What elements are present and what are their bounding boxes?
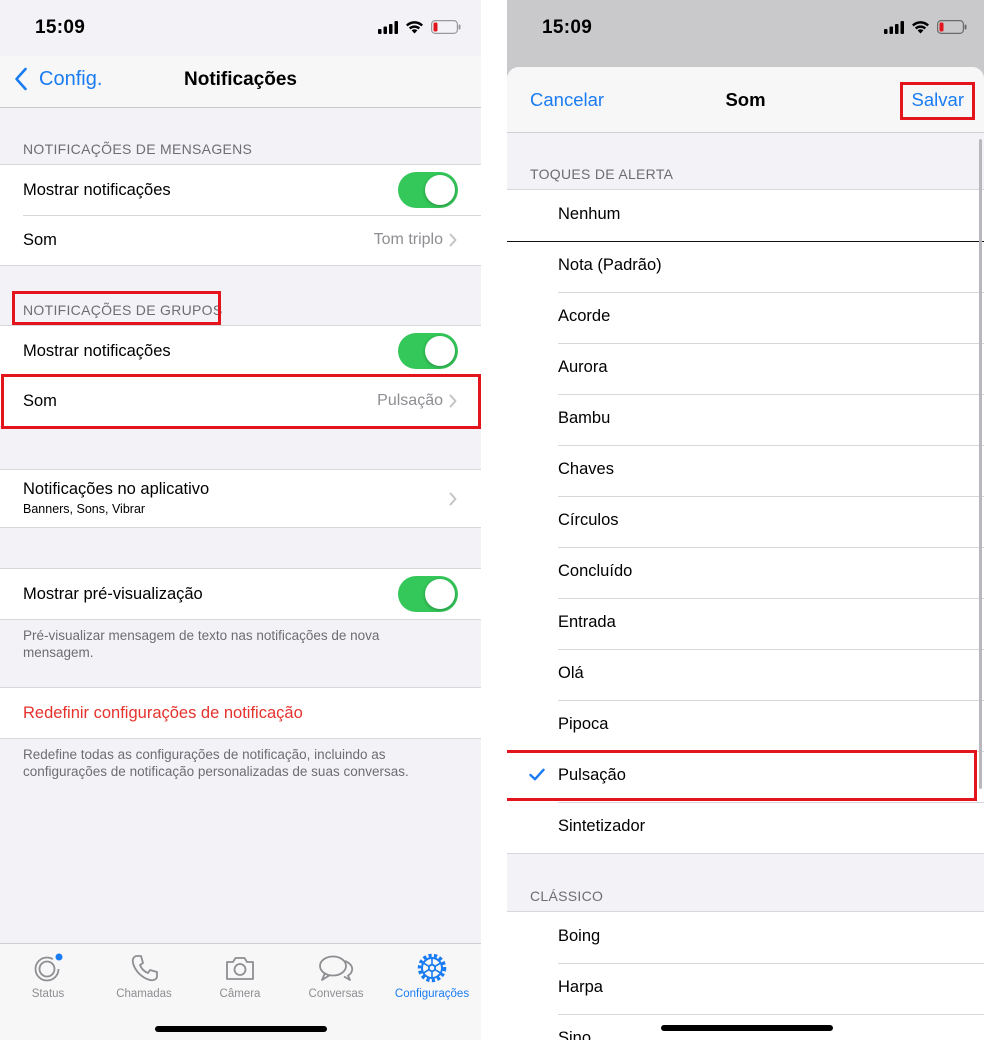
highlight-box-selected-tone: [507, 750, 977, 801]
tone-label: Harpa: [558, 978, 603, 996]
messages-sound-value: Tom triplo: [373, 231, 443, 248]
highlight-box-groups-sound: [1, 374, 481, 429]
status-bar: 15:09: [0, 0, 481, 56]
section-header-classic: CLÁSSICO: [530, 888, 604, 904]
home-indicator: [155, 1026, 327, 1032]
sound-sheet: Cancelar Som Salvar TOQUES DE ALERTA Nen…: [507, 67, 984, 1040]
section-header-messages: NOTIFICAÇÕES DE MENSAGENS: [23, 141, 253, 157]
tone-label: Entrada: [558, 613, 616, 631]
navigation-bar: Config. Notificações: [0, 56, 481, 108]
tab-chats-label: Conversas: [308, 988, 364, 1000]
in-app-notifications-subtitle: Banners, Sons, Vibrar: [23, 502, 146, 516]
tab-camera-label: Câmera: [219, 988, 261, 1000]
tone-label: Boing: [558, 927, 601, 945]
messages-settings-group: Mostrar notificações Som Tom triplo: [0, 164, 481, 266]
tone-row[interactable]: Sintetizador: [507, 802, 984, 853]
tone-label: Nenhum: [558, 205, 621, 223]
tone-row[interactable]: Concluído: [507, 547, 984, 598]
messages-show-notifications-row: Mostrar notificações: [0, 165, 481, 215]
tone-label: Acorde: [558, 307, 611, 325]
tone-row[interactable]: Boing: [507, 912, 984, 963]
messages-sound-row[interactable]: Som Tom triplo: [0, 215, 481, 265]
sound-picker-screen: 15:09 Cancelar Som Salvar TOQUES DE ALER…: [507, 0, 984, 1040]
tone-row[interactable]: Harpa: [507, 963, 984, 1014]
wifi-icon: [406, 21, 423, 34]
status-bar: 15:09: [507, 0, 984, 56]
tab-status[interactable]: Status: [0, 952, 96, 1000]
tab-calls[interactable]: Chamadas: [96, 952, 192, 1000]
tab-camera[interactable]: Câmera: [192, 952, 288, 1000]
tone-label: Concluído: [558, 562, 633, 580]
chat-bubbles-icon: [319, 955, 354, 981]
tone-row[interactable]: Círculos: [507, 496, 984, 547]
camera-icon: [226, 957, 254, 980]
tone-label: Nota (Padrão): [558, 256, 662, 274]
tone-label: Círculos: [558, 511, 619, 529]
preview-group: Mostrar pré-visualização: [0, 568, 481, 620]
page-title: Notificações: [184, 69, 297, 90]
groups-show-notifications-label: Mostrar notificações: [23, 341, 171, 360]
messages-sound-label: Som: [23, 230, 57, 249]
tone-row[interactable]: Bambu: [507, 394, 984, 445]
tab-status-label: Status: [31, 988, 65, 1000]
tone-label: Pipoca: [558, 715, 609, 733]
tab-chats[interactable]: Conversas: [288, 952, 384, 1000]
status-time: 15:09: [542, 17, 593, 38]
status-icons: [378, 20, 461, 34]
messages-show-notifications-toggle[interactable]: [398, 172, 458, 208]
tone-row[interactable]: Pipoca: [507, 700, 984, 751]
groups-show-notifications-toggle[interactable]: [398, 333, 458, 369]
tone-row[interactable]: Entrada: [507, 598, 984, 649]
reset-footer: Redefine todas as configurações de notif…: [23, 747, 409, 779]
tab-settings[interactable]: Configurações: [384, 952, 480, 1000]
show-preview-row: Mostrar pré-visualização: [0, 569, 481, 619]
reset-group: Redefinir configurações de notificação: [0, 687, 481, 739]
tone-row[interactable]: Nenhum: [507, 190, 984, 241]
tab-calls-label: Chamadas: [116, 988, 172, 1000]
highlight-box-save: [900, 82, 975, 120]
chevron-right-icon: [449, 233, 457, 247]
in-app-notifications-label: Notificações no aplicativo: [23, 480, 210, 498]
tone-label: Sintetizador: [558, 817, 646, 835]
section-header-alert-tones: TOQUES DE ALERTA: [530, 166, 674, 182]
in-app-notifications-row[interactable]: Notificações no aplicativo Banners, Sons…: [0, 470, 481, 527]
tone-label: Olá: [558, 664, 584, 682]
status-icon: [34, 953, 63, 982]
tone-label: Sino: [558, 1029, 592, 1040]
chevron-right-icon: [449, 492, 457, 505]
status-time: 15:09: [35, 17, 86, 38]
cellular-signal-icon: [884, 20, 904, 34]
battery-low-icon: [937, 20, 967, 34]
phone-icon: [131, 955, 158, 982]
cellular-signal-icon: [378, 20, 398, 34]
home-indicator: [661, 1025, 833, 1031]
tone-row[interactable]: Olá: [507, 649, 984, 700]
reset-notifications-button[interactable]: Redefinir configurações de notificação: [23, 704, 303, 723]
status-icons: [884, 20, 967, 34]
tone-label: Chaves: [558, 460, 614, 478]
show-preview-label: Mostrar pré-visualização: [23, 584, 203, 603]
tone-row[interactable]: Chaves: [507, 445, 984, 496]
scrollbar[interactable]: [979, 139, 982, 789]
messages-show-notifications-label: Mostrar notificações: [23, 180, 171, 199]
tone-label: Bambu: [558, 409, 611, 427]
wifi-icon: [912, 21, 929, 34]
in-app-notifications-group: Notificações no aplicativo Banners, Sons…: [0, 469, 481, 528]
gear-icon: [417, 953, 447, 983]
tab-bar: Status Chamadas Câmera Conversas Configu…: [0, 943, 481, 1040]
classic-tones-list: Boing Harpa Sino: [507, 911, 984, 1040]
tone-label: Aurora: [558, 358, 608, 376]
groups-show-notifications-row: Mostrar notificações: [0, 326, 481, 376]
battery-low-icon: [431, 20, 461, 34]
reset-notifications-row[interactable]: Redefinir configurações de notificação: [0, 688, 481, 738]
highlight-box-groups-header: [12, 291, 221, 325]
tone-row[interactable]: Acorde: [507, 292, 984, 343]
tone-row[interactable]: Aurora: [507, 343, 984, 394]
show-preview-toggle[interactable]: [398, 576, 458, 612]
tab-settings-label: Configurações: [394, 988, 470, 1000]
preview-footer: Pré-visualizar mensagem de texto nas not…: [23, 628, 380, 660]
notifications-screen: 15:09 Config. Notificações NOTIFICAÇÕES …: [0, 0, 481, 1040]
tone-row[interactable]: Nota (Padrão): [507, 241, 984, 292]
